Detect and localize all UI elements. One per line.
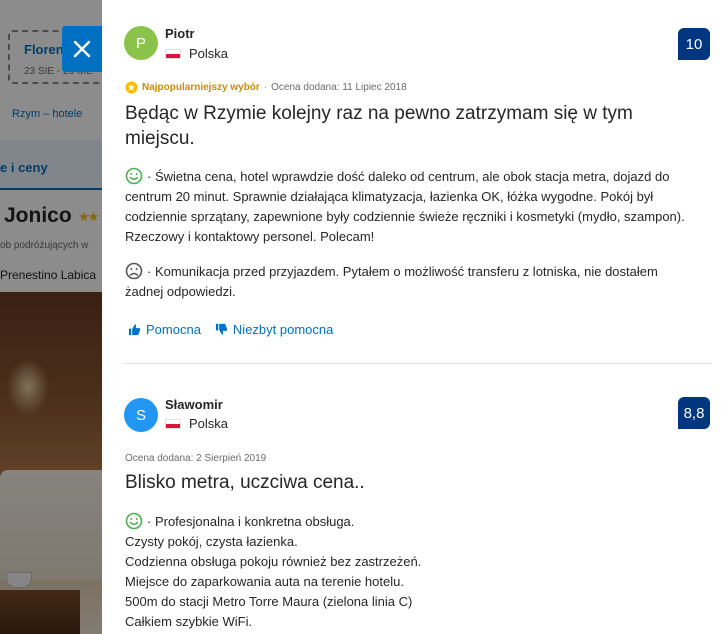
review-positive-line: 500m do stacji Metro Torre Maura (zielon…: [125, 594, 413, 609]
not-helpful-button[interactable]: Niezbyt pomocna: [215, 322, 333, 337]
reviewer-country-label: Polska: [189, 46, 229, 61]
smiley-happy-icon: [125, 512, 143, 530]
review-negative-line: żadnej odpowiedzi.: [125, 284, 236, 299]
review-positive-line: centrum 20 minut. Sprawnie działająca kl…: [125, 189, 654, 204]
review-meta: Ocena dodana: 2 Sierpień 2019: [125, 453, 266, 464]
review-positive-line: codziennie sprzątany, zapewnione były co…: [125, 209, 685, 224]
smiley-sad-icon: [125, 262, 143, 280]
review-positive: · Profesjonalna i konkretna obsługa. Czy…: [125, 512, 717, 632]
review-negative-line: · Komunikacja przed przyjazdem. Pytałem …: [147, 264, 658, 279]
review-title: Blisko metra, uczciwa cena..: [125, 472, 365, 493]
review-date: Ocena dodana: 2 Sierpień 2019: [125, 453, 267, 464]
helpful-button[interactable]: Pomocna: [128, 322, 201, 337]
review-title: Będąc w Rzymie kolejny raz na pewno zatr…: [125, 101, 685, 151]
close-button[interactable]: [62, 26, 102, 72]
poland-flag-icon: [165, 48, 181, 59]
reviewer-country: Polska: [165, 416, 228, 431]
reviews-panel: P Piotr Polska 10 Najpopularniejszy wybó…: [102, 0, 726, 634]
reviewer-country: Polska: [165, 46, 228, 61]
review-title-line: Będąc w Rzymie kolejny raz na pewno zatr…: [125, 103, 633, 124]
review-positive: · Świetna cena, hotel wprawdzie dość dal…: [125, 167, 717, 247]
not-helpful-label: Niezbyt pomocna: [232, 322, 334, 337]
review-positive-line: Czysty pokój, czysta łazienka.: [125, 534, 298, 549]
review-positive-line: Całkiem szybkie WiFi.: [125, 614, 253, 629]
poland-flag-icon: [165, 418, 181, 429]
popular-choice-label: Najpopularniejszy wybór: [142, 82, 260, 93]
background-hotel-page: Floren 23 SIE - 26 SIE Rzym – hotele e i…: [0, 0, 110, 634]
review-positive-line-row: · Świetna cena, hotel wprawdzie dość dal…: [125, 167, 717, 187]
review-positive-line: · Profesjonalna i konkretna obsługa.: [147, 514, 355, 529]
review-date: Ocena dodana: 11 Lipiec 2018: [271, 82, 407, 93]
star-badge-icon: [125, 81, 138, 94]
thumbs-up-icon: [128, 324, 141, 336]
popular-choice-badge: Najpopularniejszy wybór: [125, 81, 260, 94]
review-positive-line: Miejsce do zaparkowania auta na terenie …: [125, 574, 404, 589]
smiley-happy-icon: [125, 167, 143, 185]
review-score-badge: 8,8: [678, 397, 710, 429]
review-helpful-actions: Pomocna Niezbyt pomocna: [128, 322, 347, 337]
review-divider: [124, 363, 712, 364]
helpful-label: Pomocna: [146, 322, 201, 337]
modal-backdrop[interactable]: [0, 0, 110, 634]
review-positive-line-row: · Profesjonalna i konkretna obsługa.: [125, 512, 717, 532]
reviewer-country-label: Polska: [189, 416, 229, 431]
review-positive-line: Rzeczowy i kontaktowy personel. Polecam!: [125, 229, 375, 244]
review-meta: Najpopularniejszy wybór · Ocena dodana: …: [125, 81, 407, 94]
review-negative: · Komunikacja przed przyjazdem. Pytałem …: [125, 262, 717, 302]
thumbs-down-icon: [215, 323, 228, 335]
reviewer-name: Piotr: [165, 26, 195, 41]
meta-separator: ·: [263, 82, 268, 93]
avatar: P: [124, 26, 158, 60]
close-icon: [73, 40, 91, 58]
review-title-line: miejscu.: [125, 128, 195, 149]
avatar: S: [124, 398, 158, 432]
review-score-badge: 10: [678, 28, 710, 60]
review-negative-line-row: · Komunikacja przed przyjazdem. Pytałem …: [125, 262, 717, 282]
reviewer-name: Sławomir: [165, 397, 223, 412]
review-positive-line: · Świetna cena, hotel wprawdzie dość dal…: [147, 169, 670, 184]
review-positive-line: Codzienna obsługa pokoju również bez zas…: [125, 554, 422, 569]
